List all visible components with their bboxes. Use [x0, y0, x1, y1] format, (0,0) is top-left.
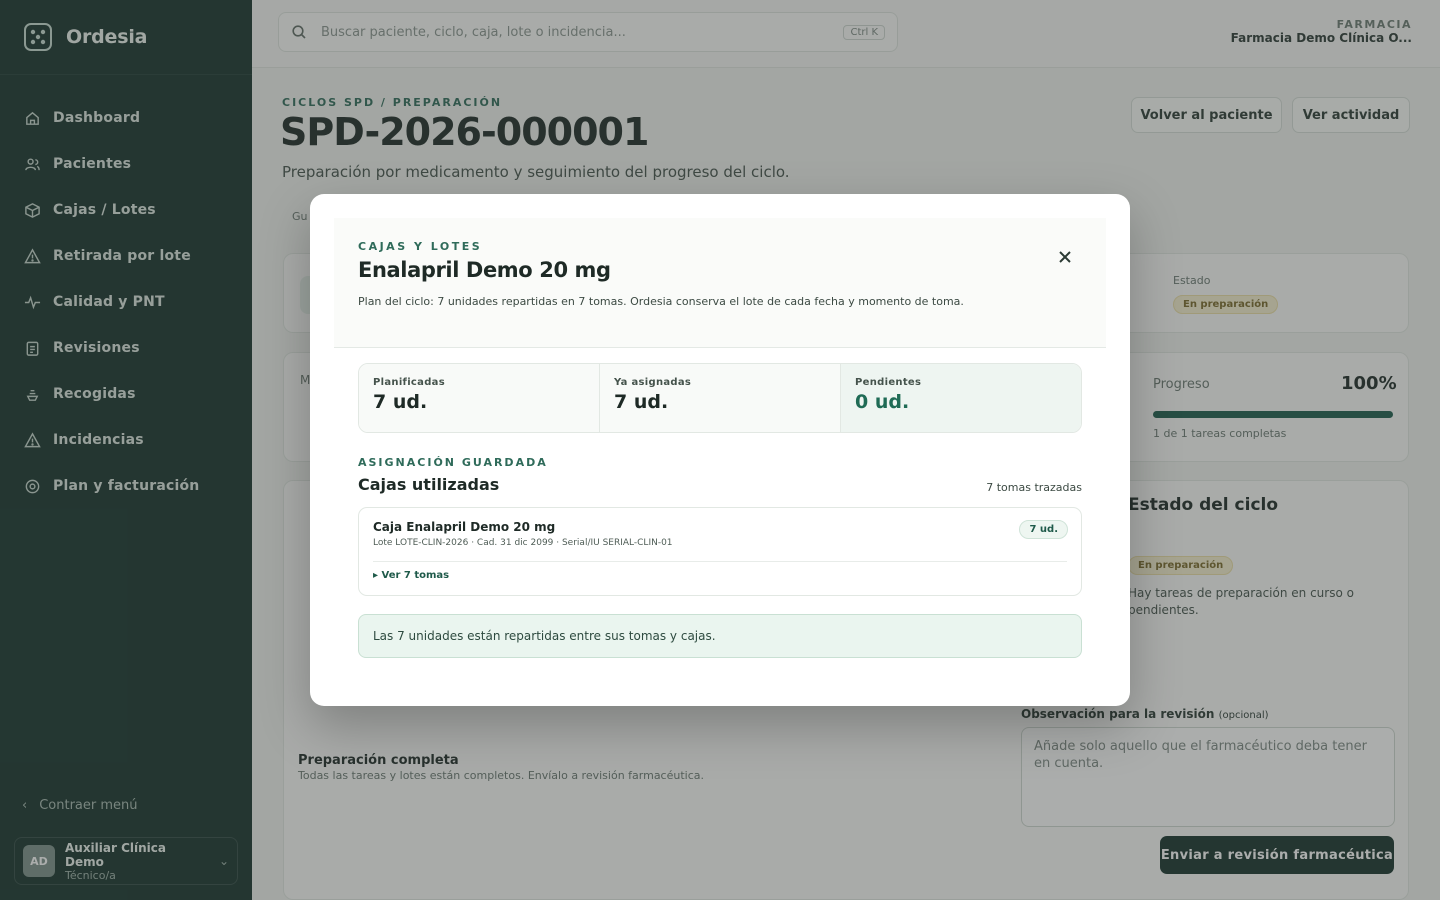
modal-eyebrow: CAJAS Y LOTES	[358, 240, 483, 253]
stat-pending: Pendientes 0 ud.	[841, 364, 1081, 432]
stat-label: Pendientes	[855, 377, 922, 388]
success-note: Las 7 unidades están repartidas entre su…	[358, 614, 1082, 658]
section-title: Cajas utilizadas	[358, 475, 500, 494]
view-doses-toggle[interactable]: ▸ Ver 7 tomas	[373, 570, 449, 581]
box-name: Caja Enalapril Demo 20 mg	[373, 520, 556, 534]
stat-value: 7 ud.	[614, 391, 669, 413]
boxes-lots-modal: CAJAS Y LOTES Enalapril Demo 20 mg Plan …	[310, 194, 1130, 706]
stat-value: 0 ud.	[855, 391, 910, 413]
stat-planned: Planificadas 7 ud.	[359, 364, 600, 432]
modal-title: Enalapril Demo 20 mg	[358, 258, 611, 282]
stat-assigned: Ya asignadas 7 ud.	[600, 364, 841, 432]
modal-description: Plan del ciclo: 7 unidades repartidas en…	[358, 295, 964, 308]
close-icon	[1059, 251, 1071, 263]
section-eyebrow: ASIGNACIÓN GUARDADA	[358, 456, 548, 469]
units-stats: Planificadas 7 ud. Ya asignadas 7 ud. Pe…	[358, 363, 1082, 433]
box-card: Caja Enalapril Demo 20 mg Lote LOTE-CLIN…	[358, 507, 1082, 596]
section-count: 7 tomas trazadas	[986, 481, 1082, 494]
box-units-badge: 7 ud.	[1019, 520, 1068, 539]
modal-header	[334, 218, 1106, 348]
close-button[interactable]	[1054, 246, 1076, 268]
stat-value: 7 ud.	[373, 391, 428, 413]
divider	[373, 561, 1067, 562]
success-note-text: Las 7 unidades están repartidas entre su…	[373, 629, 716, 643]
box-meta: Lote LOTE-CLIN-2026 · Cad. 31 dic 2099 ·…	[373, 538, 673, 548]
stat-label: Planificadas	[373, 377, 445, 388]
stat-label: Ya asignadas	[614, 377, 692, 388]
